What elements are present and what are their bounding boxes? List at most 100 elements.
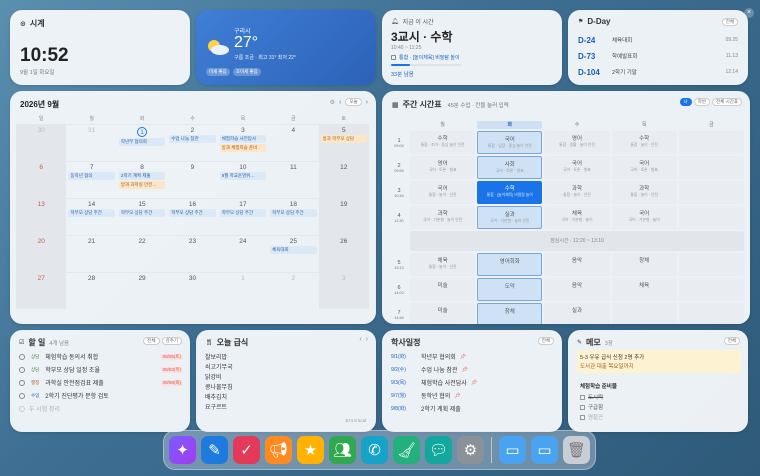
timetable-cell[interactable]: [678, 303, 744, 324]
checkbox-icon[interactable]: [580, 404, 585, 410]
calendar-day[interactable]: 10 9월 학교운영위…: [217, 161, 269, 198]
timetable-cell[interactable]: 실과: [544, 303, 610, 324]
calendar-day[interactable]: 30: [167, 272, 218, 309]
timetable-cell[interactable]: 영어회화: [477, 253, 543, 276]
ultrafine-dust-button[interactable]: 초미세 좋음: [232, 68, 261, 76]
trash-icon[interactable]: 🗑︎: [562, 436, 590, 464]
calendar-event[interactable]: 수업 나눔 참관: [169, 135, 216, 143]
timetable-cell[interactable]: 체육: [611, 278, 677, 301]
calendar-day[interactable]: 26: [318, 235, 369, 272]
dday-item[interactable]: D-73 학예발표회 11.13: [578, 48, 738, 64]
timetable-cell[interactable]: 수학 통합 · 놀이 · 안전: [611, 131, 677, 154]
timetable-cell[interactable]: 체육 통합 · 놀이 · 안전: [410, 253, 476, 276]
calendar-day[interactable]: 17 학부모 상담 주간: [217, 198, 269, 235]
calendar-day[interactable]: 25 체육대회: [268, 235, 319, 272]
school-event[interactable]: 9/7(월) 동학년 협의 📌︎: [391, 389, 555, 402]
calendar-day[interactable]: 13: [16, 198, 67, 235]
next-day-button[interactable]: ›: [366, 336, 368, 343]
timetable-cell[interactable]: [678, 156, 744, 179]
calendar-event[interactable]: 학부모 상담 주간: [169, 209, 216, 217]
timetable-cell[interactable]: 창체: [611, 253, 677, 276]
people-icon[interactable]: 👥︎: [329, 436, 356, 464]
checkbox-icon[interactable]: [580, 394, 585, 400]
megaphone-icon[interactable]: 📢︎: [265, 436, 292, 464]
todo-hide-button[interactable]: 감추기: [161, 337, 182, 345]
memo-check-item[interactable]: 구급함: [580, 402, 603, 412]
checkbox-icon[interactable]: [580, 414, 585, 420]
calendar-event[interactable]: 동학년 협의: [68, 172, 115, 180]
star-icon[interactable]: ★: [297, 436, 324, 464]
timetable-cell[interactable]: 과학 국어 · 기본형 · 놀이 안전: [410, 206, 476, 229]
calendar-day[interactable]: 23: [167, 235, 218, 272]
memo-note[interactable]: 5-3 우유 급식 신청 2명 추가 도서관 대출 목요일까지: [577, 350, 741, 373]
prev-day-button[interactable]: ‹: [359, 336, 361, 343]
todo-item[interactable]: 수업 2학기 진단평가 문항 검토: [19, 389, 183, 402]
timetable-cell[interactable]: [611, 303, 677, 324]
calendar-day[interactable]: 2 수업 나눔 참관: [167, 124, 218, 161]
todo-item[interactable]: 두 시험 정리: [19, 402, 183, 415]
phone-icon[interactable]: ✆: [361, 436, 388, 464]
settings-icon[interactable]: ⚙: [330, 99, 335, 106]
timetable-cell[interactable]: 수학 통합 · [놀이체육] 비밀탐 놀이: [477, 181, 543, 204]
todo-item[interactable]: 상담 체험학습 동의서 취합 09/05(토): [19, 350, 183, 363]
timetable-cell[interactable]: 국어 국어 · 토론 · 발표: [544, 156, 610, 179]
calendar-day[interactable]: 9: [167, 161, 218, 198]
timetable-cell[interactable]: 실과 국어 · 기본형 · 놀이 안전: [477, 206, 543, 229]
calendar-day[interactable]: 27: [16, 272, 67, 309]
weather-widget[interactable]: 구리시 27° 구름 조금 · 최고 31° 최저 22° 미세 좋음 초미세 …: [196, 10, 376, 85]
timetable-cell[interactable]: 체육 국어 · 기본형 · 놀이: [544, 206, 610, 229]
calendar-event[interactable]: 체험학습 사전답사: [219, 135, 267, 143]
timetable-cell[interactable]: [678, 253, 744, 276]
calendar-event[interactable]: 학부모 상담 주간: [68, 209, 115, 217]
calendar-day[interactable]: 5 방과 학부모 상담: [318, 124, 369, 161]
checkbox-icon[interactable]: [19, 405, 25, 412]
timetable-cell[interactable]: 미술: [410, 278, 476, 301]
calendar-day[interactable]: 12: [318, 161, 369, 198]
calendar-day[interactable]: 22: [116, 235, 168, 272]
calendar-day[interactable]: 3 체험학습 사전답사 방과 체험학습 준비: [217, 124, 269, 161]
pencil-icon[interactable]: ✎: [201, 436, 228, 464]
settings-gear-icon[interactable]: ⚙: [457, 436, 484, 464]
calendar-event[interactable]: 방과 과학실 안전…: [118, 181, 166, 189]
tab-class[interactable]: 학반: [693, 98, 711, 106]
timetable-cell[interactable]: 창체: [477, 303, 543, 324]
calendar-day[interactable]: 24: [217, 235, 269, 272]
memo-check-item[interactable]: 명찰끈: [580, 412, 603, 422]
prev-month-button[interactable]: ‹: [339, 99, 341, 106]
calendar-day[interactable]: 3: [318, 272, 369, 309]
today-button[interactable]: 오늘: [345, 98, 362, 106]
calendar-event[interactable]: 학부모 상담 주간: [118, 209, 166, 217]
school-schedule-all-button[interactable]: 전체: [537, 337, 554, 345]
calendar-day[interactable]: 2: [268, 272, 319, 309]
timetable-cell[interactable]: 영어 통합 · 생활 · 놀이 안전: [544, 131, 610, 154]
close-icon[interactable]: ×: [744, 8, 754, 18]
fine-dust-button[interactable]: 미세 좋음: [206, 68, 230, 76]
calendar-day[interactable]: 7 동학년 협의: [66, 161, 117, 198]
checkbox-icon[interactable]: [19, 379, 25, 386]
calendar-day[interactable]: 29: [116, 272, 168, 309]
timetable-cell[interactable]: [678, 181, 744, 204]
calendar-day[interactable]: 30: [16, 124, 67, 161]
timetable-cell[interactable]: 음악: [544, 278, 610, 301]
calendar-event[interactable]: 9월 학교운영위…: [219, 172, 267, 180]
calendar-day[interactable]: 1: [217, 272, 269, 309]
timetable-cell[interactable]: 국어 통합 · 놀이 · 안전: [410, 181, 476, 204]
tab-full-timetable[interactable]: 전체 시간표: [712, 98, 742, 106]
calendar-day[interactable]: 14 학부모 상담 주간: [66, 198, 117, 235]
timetable-cell[interactable]: 수학 통합 · 조아 · 중심 놀이 안전: [410, 131, 476, 154]
tab-me[interactable]: 나: [679, 98, 692, 106]
calendar-day[interactable]: 21: [66, 235, 117, 272]
timetable-cell[interactable]: 도덕: [477, 278, 543, 301]
calendar-day[interactable]: 31: [66, 124, 117, 161]
calendar-day[interactable]: 6: [16, 161, 67, 198]
calendar-day[interactable]: 11: [268, 161, 319, 198]
calendar-event[interactable]: 학부모 상담 주간: [219, 209, 267, 217]
calendar-event[interactable]: 체육대회: [270, 246, 317, 254]
todo-item[interactable]: 행정 과학실 안전점검표 제출 09/08(화): [19, 376, 183, 389]
timetable-cell[interactable]: 과학 통합 · 놀이 · 안전: [544, 181, 610, 204]
folder-icon[interactable]: ▭: [498, 436, 526, 464]
folder-icon[interactable]: ▭: [530, 436, 558, 464]
timetable-cell[interactable]: [678, 131, 744, 154]
chat-icon[interactable]: 💬︎: [425, 436, 452, 464]
checkbox-icon[interactable]: [19, 392, 25, 399]
